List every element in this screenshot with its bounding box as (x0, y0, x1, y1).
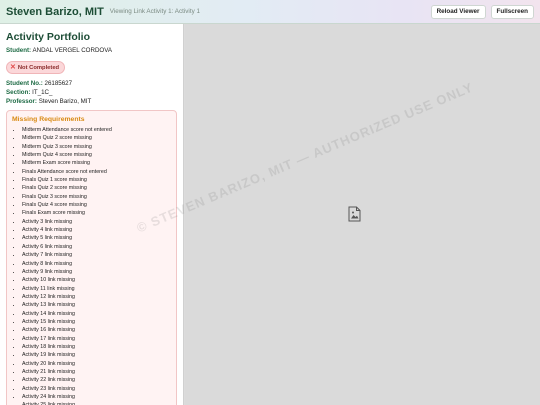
missing-item: Activity 15 link missing (22, 318, 171, 326)
fullscreen-button[interactable]: Fullscreen (490, 4, 534, 19)
section-label: Section: (6, 89, 31, 96)
missing-item: Finals Quiz 2 score missing (22, 184, 171, 192)
missing-item: Midterm Quiz 4 score missing (22, 151, 171, 159)
section-value: IT_1C_ (32, 89, 53, 96)
missing-item: Activity 7 link missing (22, 251, 171, 259)
missing-item: Activity 25 link missing (22, 401, 171, 405)
missing-item: Finals Quiz 4 score missing (22, 201, 171, 209)
missing-item: Activity 21 link missing (22, 368, 171, 376)
student-no-label: Student No.: (6, 80, 43, 87)
missing-requirements-list: Midterm Attendance score not enteredMidt… (12, 126, 171, 405)
missing-item: Activity 13 link missing (22, 301, 171, 309)
status-text: Not Completed (17, 64, 60, 71)
missing-item: Midterm Exam score missing (22, 159, 171, 167)
missing-requirements-panel: Missing Requirements Midterm Attendance … (6, 110, 177, 405)
professor-field: Professor: Steven Barizo, MIT (6, 98, 177, 105)
missing-item: Activity 3 link missing (22, 218, 171, 226)
missing-item: Finals Quiz 3 score missing (22, 193, 171, 201)
missing-item: Activity 12 link missing (22, 293, 171, 301)
missing-item: Activity 17 link missing (22, 335, 171, 343)
x-icon: ✕ (10, 64, 16, 71)
student-name: ANDAL VERGEL CORDOVA (32, 47, 113, 54)
missing-item: Activity 10 link missing (22, 276, 171, 284)
missing-item: Activity 19 link missing (22, 351, 171, 359)
document-icon (348, 206, 361, 222)
missing-requirements-title: Missing Requirements (12, 116, 85, 123)
missing-item: Finals Exam score missing (22, 209, 171, 217)
viewing-status: Viewing Link Activity 1: Activity 1 (109, 8, 200, 15)
portfolio-title: Activity Portfolio (6, 31, 91, 43)
app-title: Steven Barizo, MIT (6, 5, 104, 18)
missing-item: Activity 9 link missing (22, 268, 171, 276)
missing-item: Finals Attendance score not entered (22, 168, 171, 176)
student-no-value: 26185627 (44, 80, 73, 87)
professor-value: Steven Barizo, MIT (38, 98, 92, 105)
missing-item: Activity 18 link missing (22, 343, 171, 351)
missing-item: Finals Quiz 1 score missing (22, 176, 171, 184)
missing-item: Activity 6 link missing (22, 243, 171, 251)
student-no-field: Student No.: 26185627 (6, 80, 177, 87)
missing-item: Activity 4 link missing (22, 226, 171, 234)
missing-item: Activity 23 link missing (22, 385, 171, 393)
top-bar: Steven Barizo, MIT Viewing Link Activity… (0, 0, 540, 24)
missing-item: Activity 24 link missing (22, 393, 171, 401)
missing-item: Midterm Attendance score not entered (22, 126, 171, 134)
missing-item: Activity 14 link missing (22, 310, 171, 318)
missing-item: Activity 11 link missing (22, 285, 171, 293)
professor-label: Professor: (6, 98, 37, 105)
missing-item: Activity 8 link missing (22, 260, 171, 268)
missing-item: Activity 16 link missing (22, 326, 171, 334)
portfolio-sidebar[interactable]: Activity Portfolio Student: ANDAL VERGEL… (0, 24, 184, 405)
missing-item: Activity 5 link missing (22, 234, 171, 242)
missing-item: Midterm Quiz 3 score missing (22, 143, 171, 151)
reload-viewer-button[interactable]: Reload Viewer (430, 4, 486, 19)
missing-item: Activity 20 link missing (22, 360, 171, 368)
student-label: Student: (6, 47, 32, 54)
missing-item: Activity 22 link missing (22, 376, 171, 384)
document-viewer[interactable] (185, 24, 540, 405)
section-field: Section: IT_1C_ (6, 89, 177, 96)
status-badge: ✕ Not Completed (6, 61, 66, 74)
student-field: Student: ANDAL VERGEL CORDOVA (6, 47, 177, 54)
missing-item: Midterm Quiz 2 score missing (22, 134, 171, 142)
